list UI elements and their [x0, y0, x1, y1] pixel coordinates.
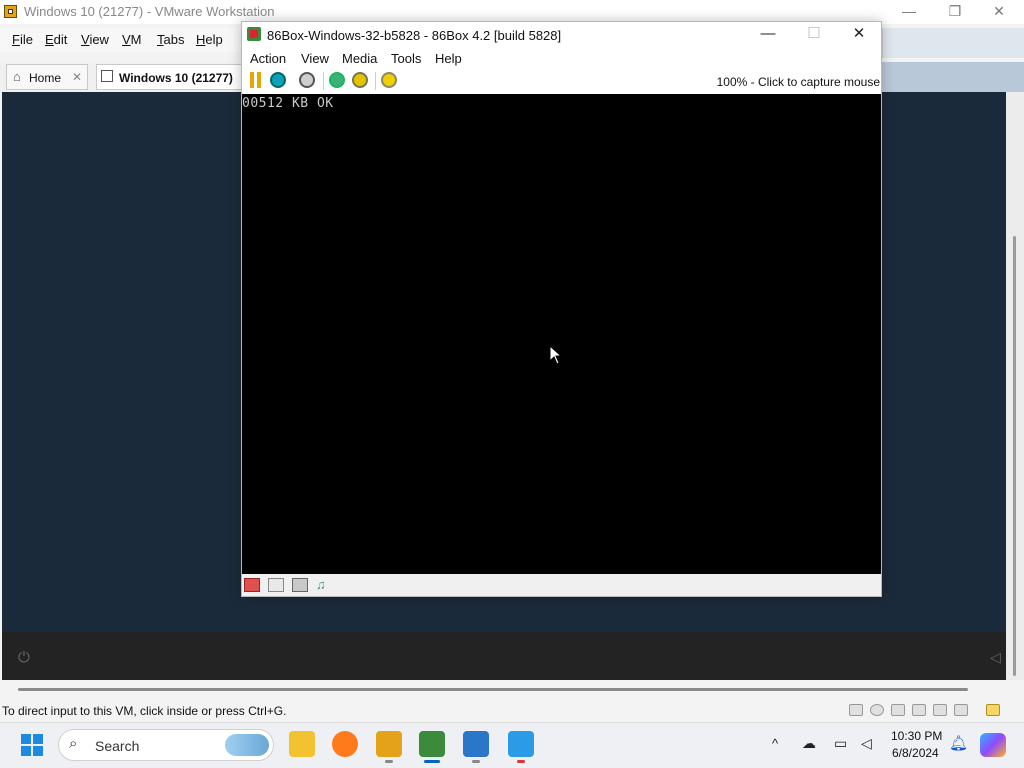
- tab-home[interactable]: ⌂ Home ✕: [6, 64, 88, 90]
- network-device-icon[interactable]: [891, 704, 905, 716]
- home-icon: ⌂: [13, 69, 21, 84]
- 86box-app-icon: [247, 27, 261, 41]
- menu-vm[interactable]: VM: [122, 32, 142, 47]
- vmware-statusbar: To direct input to this VM, click inside…: [0, 700, 1024, 722]
- onedrive-icon[interactable]: ☁: [802, 735, 816, 752]
- menu-view[interactable]: View: [81, 32, 109, 47]
- vertical-scrollbar-thumb[interactable]: [1013, 236, 1016, 676]
- menu-file-label: ile: [19, 32, 33, 47]
- vmware-restore-button[interactable]: ❐: [932, 0, 978, 24]
- vmware-minimize-button[interactable]: —: [886, 0, 932, 24]
- toolbar-separator: [323, 72, 324, 90]
- menu-action[interactable]: Action: [250, 51, 286, 66]
- clock-date[interactable]: 6/8/2024: [892, 746, 939, 760]
- sandbox-icon[interactable]: [463, 731, 489, 757]
- floppy-drive-icon[interactable]: [244, 578, 260, 592]
- vmware-running-indicator: [385, 760, 393, 763]
- windows-start-icon[interactable]: [20, 733, 44, 757]
- menu-view-label: iew: [89, 32, 109, 47]
- pause-icon[interactable]: [249, 72, 263, 88]
- screenshot-icon[interactable]: [352, 72, 368, 88]
- taskbar-search-box[interactable]: ⌕ Search: [58, 729, 274, 761]
- sound-device-icon[interactable]: [933, 704, 947, 716]
- hard-disk-icon[interactable]: [292, 578, 308, 592]
- tab-vm[interactable]: Windows 10 (21277): [96, 64, 246, 90]
- 86box-icon[interactable]: [419, 731, 445, 757]
- menu-tools[interactable]: Tools: [391, 51, 421, 66]
- close-icon[interactable]: ✕: [72, 70, 82, 84]
- bios-memory-test-text: 00512 KB OK: [242, 96, 334, 111]
- 86box-menubar: Action View Media Tools Help: [242, 48, 881, 68]
- 86box-toolbar: 100% - Click to capture mouse: [242, 68, 881, 94]
- power-icon: ⏻: [18, 649, 30, 666]
- cdrom-drive-icon[interactable]: [268, 578, 284, 592]
- menu-help-accel: H: [196, 32, 206, 47]
- 86box-window-title: 86Box-Windows-32-b5828 - 86Box 4.2 [buil…: [267, 28, 562, 43]
- sound-icon[interactable]: ♫: [316, 578, 332, 592]
- menu-edit-label: dit: [53, 32, 68, 47]
- menu-help[interactable]: Help: [435, 51, 462, 66]
- vmware-close-button[interactable]: ✕: [976, 0, 1022, 24]
- menu-edit-accel: E: [45, 32, 54, 47]
- paint-running-indicator: [517, 760, 525, 763]
- menu-tabs[interactable]: Tabs: [157, 32, 184, 47]
- menu-media[interactable]: Media: [342, 51, 377, 66]
- 86box-statusbar: ♫: [242, 574, 881, 596]
- tab-home-label: Home: [29, 71, 62, 85]
- settings-icon[interactable]: [329, 72, 345, 88]
- menu-view[interactable]: View: [301, 51, 329, 66]
- search-icon: ⌕: [69, 735, 78, 752]
- mouse-cursor-icon: [549, 345, 563, 365]
- show-hidden-icons-chevron-icon[interactable]: ^: [772, 736, 778, 751]
- cd-device-icon[interactable]: [870, 704, 884, 716]
- horizontal-scrollbar[interactable]: [18, 688, 968, 691]
- ctrl-alt-del-icon[interactable]: [299, 72, 315, 88]
- tab-vm-label: Windows 10 (21277): [119, 71, 233, 85]
- vmware-toolbar: [882, 28, 1024, 58]
- printer-device-icon[interactable]: [912, 704, 926, 716]
- menu-help-label: elp: [205, 32, 223, 47]
- clock-time[interactable]: 10:30 PM: [891, 729, 942, 743]
- display-device-icon[interactable]: [954, 704, 968, 716]
- volume-icon: ◁: [990, 649, 1001, 665]
- vmware-icon[interactable]: [376, 731, 402, 757]
- file-explorer-icon[interactable]: [289, 731, 315, 757]
- 86box-minimize-button[interactable]: —: [745, 22, 791, 48]
- menu-edit[interactable]: Edit: [45, 32, 67, 47]
- notification-bell-icon[interactable]: 🔔︎: [949, 734, 968, 752]
- menu-help[interactable]: Help: [196, 32, 223, 47]
- search-highlight-icon: [225, 734, 269, 756]
- menu-tabs-label: abs: [163, 32, 185, 47]
- search-placeholder: Search: [95, 738, 140, 754]
- status-message: To direct input to this VM, click inside…: [2, 704, 287, 718]
- 86box-emulated-screen[interactable]: 00512 KB OK: [242, 94, 881, 574]
- paint-icon[interactable]: [508, 731, 534, 757]
- capture-hint: 100% - Click to capture mouse: [716, 75, 880, 89]
- 86box-close-button[interactable]: ✕: [836, 22, 882, 48]
- vm-tab-icon: [101, 70, 113, 82]
- 86box-maximize-button: ☐: [807, 25, 821, 42]
- toolbar-separator: [375, 72, 376, 90]
- vmware-app-icon: [4, 5, 17, 18]
- firefox-icon[interactable]: [332, 731, 358, 757]
- hard-reset-icon[interactable]: [270, 72, 286, 88]
- tab-strip-fill: [882, 62, 1024, 92]
- vm-bottom-bar: [2, 632, 1006, 680]
- 86box-window: 86Box-Windows-32-b5828 - 86Box 4.2 [buil…: [241, 21, 882, 597]
- menu-file[interactable]: File: [12, 32, 33, 47]
- vmware-window-title: Windows 10 (21277) - VMware Workstation: [24, 4, 275, 19]
- menu-vm-label: M: [130, 32, 142, 47]
- machine-config-icon[interactable]: [381, 72, 397, 88]
- menu-file-accel: F: [12, 32, 20, 47]
- network-icon[interactable]: ▭: [834, 735, 847, 752]
- message-log-icon[interactable]: [986, 704, 1000, 716]
- hdd-device-icon[interactable]: [849, 704, 863, 716]
- menu-vm-accel: V: [122, 32, 131, 47]
- copilot-icon[interactable]: [980, 733, 1006, 757]
- volume-muted-icon[interactable]: ◁: [861, 735, 872, 752]
- 86box-active-indicator: [424, 760, 440, 763]
- sandbox-running-indicator: [472, 760, 480, 763]
